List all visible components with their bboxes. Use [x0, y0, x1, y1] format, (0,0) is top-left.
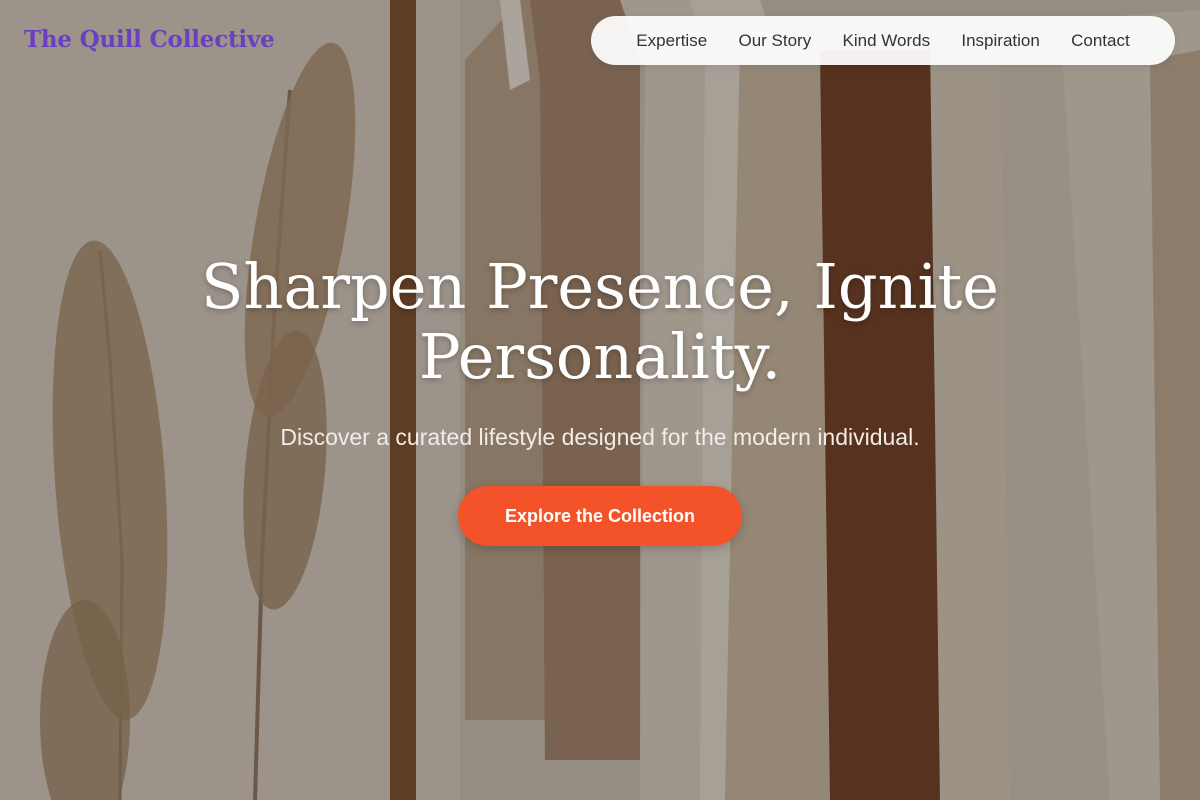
hero-title-line-2: Personality.: [418, 320, 782, 393]
explore-collection-button[interactable]: Explore the Collection: [458, 486, 742, 546]
nav-item-inspiration[interactable]: Inspiration: [961, 31, 1039, 51]
hero-dark-overlay: [0, 0, 1200, 800]
hero-subtitle: Discover a curated lifestyle designed fo…: [280, 424, 920, 450]
nav-item-contact[interactable]: Contact: [1071, 31, 1130, 51]
nav-item-kind-words[interactable]: Kind Words: [843, 31, 931, 51]
main-nav: Expertise Our Story Kind Words Inspirati…: [591, 16, 1175, 65]
nav-item-our-story[interactable]: Our Story: [738, 31, 811, 51]
brand-logo[interactable]: The Quill Collective: [24, 26, 275, 53]
hero-title: Sharpen Presence, Ignite Personality.: [0, 252, 1200, 392]
hero-title-line-1: Sharpen Presence, Ignite: [201, 250, 999, 323]
nav-item-expertise[interactable]: Expertise: [636, 31, 707, 51]
